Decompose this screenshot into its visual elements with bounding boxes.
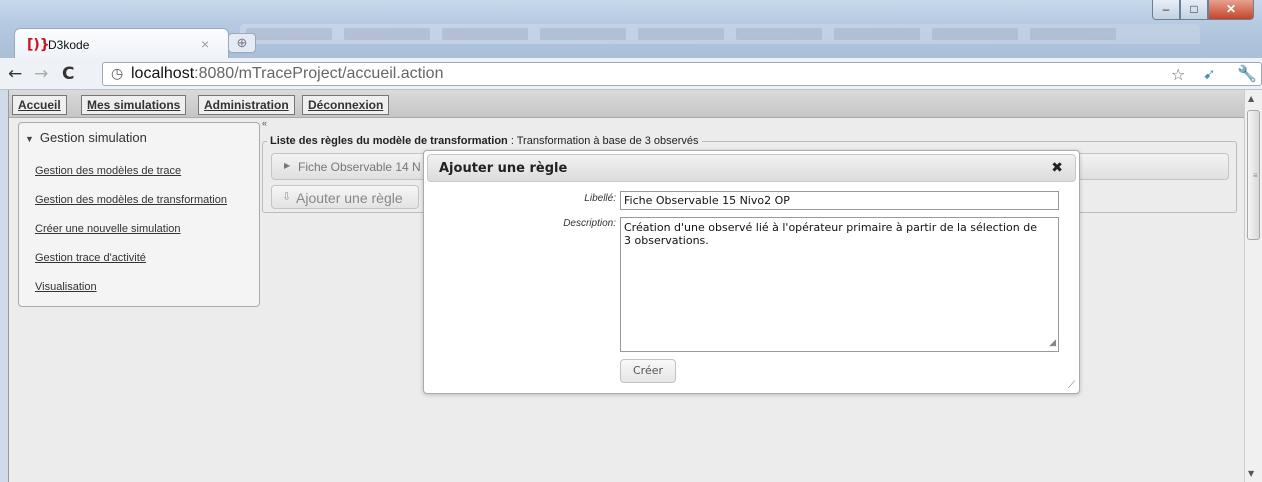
- dialog-titlebar[interactable]: Ajouter une règle ✖: [427, 154, 1076, 182]
- sidebar-link-activity-trace[interactable]: Gestion trace d'activité: [35, 252, 146, 264]
- tab-close-icon[interactable]: ×: [201, 36, 209, 52]
- background-tabs: [240, 24, 1200, 44]
- description-label: Description:: [563, 218, 616, 229]
- close-window-button[interactable]: ✕: [1208, 0, 1254, 20]
- browser-titlebar: [)} D3kode × ⊕ – □ ✕: [0, 0, 1262, 60]
- browser-toolbar: ← → C ◷ localhost:8080/mTraceProject/acc…: [0, 58, 1262, 90]
- collapse-sidebar-icon[interactable]: «: [262, 118, 267, 128]
- libelle-label: Libellé:: [584, 193, 616, 204]
- tab-title: D3kode: [48, 38, 90, 52]
- libelle-input[interactable]: Fiche Observable 15 Nivo2 OP: [620, 191, 1059, 210]
- menu-deconnexion[interactable]: Déconnexion: [302, 95, 390, 115]
- create-button[interactable]: Créer: [620, 359, 676, 383]
- minimize-button[interactable]: –: [1152, 0, 1180, 20]
- extension-icon[interactable]: ➹: [1203, 65, 1216, 83]
- add-rule-button[interactable]: ⇩ Ajouter une règle: [271, 185, 419, 209]
- dialog-resize-grip-icon[interactable]: ⟋: [1068, 380, 1075, 391]
- sidebar-link-trace-models[interactable]: Gestion des modèles de trace: [35, 165, 181, 177]
- maximize-button[interactable]: □: [1180, 0, 1208, 20]
- back-arrow-icon[interactable]: ←: [8, 64, 22, 84]
- window-controls: – □ ✕: [1152, 0, 1254, 20]
- description-textarea[interactable]: Création d'une observé lié à l'opérateur…: [620, 217, 1059, 352]
- expand-triangle-icon: ▶: [284, 161, 291, 170]
- page-info-icon: ◷: [111, 66, 124, 82]
- sidebar-section-header[interactable]: ▼ Gestion simulation: [25, 130, 147, 145]
- rules-legend: Liste des règles du modèle de transforma…: [267, 135, 702, 147]
- description-text: Création d'une observé lié à l'opérateur…: [624, 221, 1037, 247]
- scrollbar-thumb[interactable]: ≡: [1247, 110, 1260, 240]
- dialog-title: Ajouter une règle: [439, 161, 568, 176]
- add-rule-dialog: Ajouter une règle ✖ Libellé: Fiche Obser…: [423, 150, 1080, 394]
- add-rule-icon: ⇩: [282, 190, 292, 203]
- close-icon[interactable]: ✖: [1051, 160, 1063, 176]
- caret-down-icon: ▼: [25, 134, 34, 144]
- menu-administration[interactable]: Administration: [198, 95, 295, 115]
- sidebar-link-transformation-models[interactable]: Gestion des modèles de transformation: [35, 194, 227, 206]
- wrench-menu-icon[interactable]: 🔧: [1237, 64, 1257, 83]
- url-text: localhost:8080/mTraceProject/accueil.act…: [131, 65, 444, 82]
- page-viewport: Accueil Mes simulations Administration D…: [8, 90, 1244, 482]
- scroll-up-arrow-icon[interactable]: ▲: [1248, 94, 1254, 103]
- d3-logo-icon: [)}: [27, 37, 50, 53]
- app-menubar: Accueil Mes simulations Administration D…: [9, 90, 1244, 118]
- bookmark-star-icon[interactable]: ☆: [1171, 65, 1185, 84]
- browser-tab-active[interactable]: [)} D3kode ×: [14, 28, 229, 60]
- new-tab-button[interactable]: ⊕: [228, 33, 256, 53]
- menu-mes-simulations[interactable]: Mes simulations: [81, 95, 187, 115]
- forward-arrow-icon[interactable]: →: [34, 64, 48, 84]
- sidebar-link-new-simulation[interactable]: Créer une nouvelle simulation: [35, 223, 181, 235]
- rule-row-label: Fiche Observable 14 N: [298, 160, 421, 174]
- reload-icon[interactable]: C: [62, 64, 74, 84]
- sidebar: ▼ Gestion simulation Gestion des modèles …: [18, 122, 260, 307]
- vertical-scrollbar[interactable]: ▲ ≡ ▼: [1244, 90, 1262, 482]
- resize-grip-icon[interactable]: ◢: [1049, 337, 1056, 350]
- scroll-down-arrow-icon[interactable]: ▼: [1248, 469, 1254, 478]
- address-bar[interactable]: ◷ localhost:8080/mTraceProject/accueil.a…: [102, 62, 1262, 86]
- sidebar-link-visualisation[interactable]: Visualisation: [35, 281, 97, 293]
- menu-accueil[interactable]: Accueil: [12, 95, 67, 115]
